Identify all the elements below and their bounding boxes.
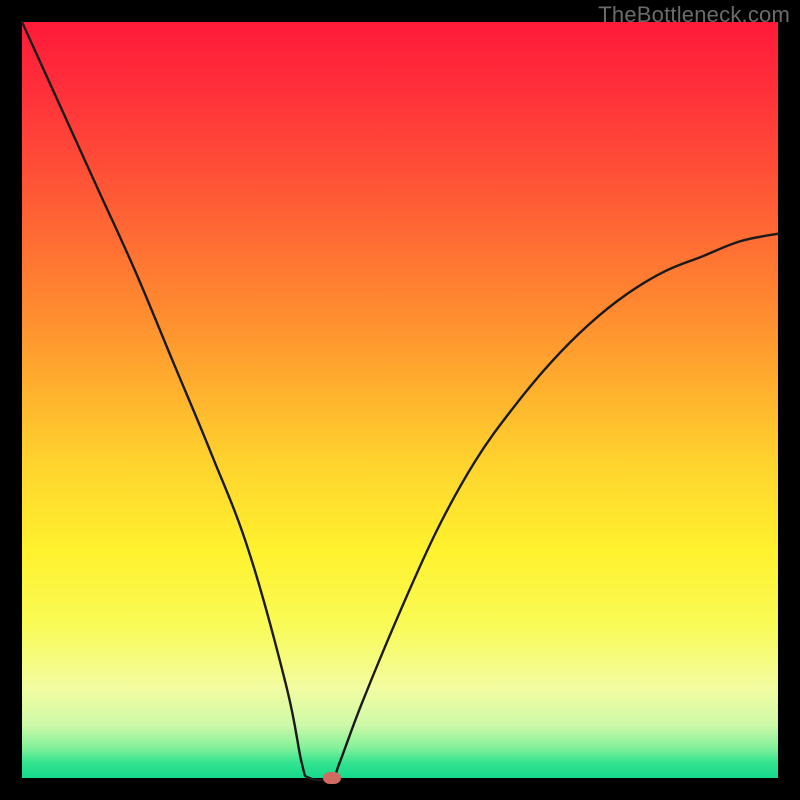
watermark-text: TheBottleneck.com (598, 2, 790, 28)
optimum-marker (323, 772, 341, 784)
bottleneck-curve (22, 22, 778, 778)
chart-frame: TheBottleneck.com (0, 0, 800, 800)
plot-area (22, 22, 778, 778)
